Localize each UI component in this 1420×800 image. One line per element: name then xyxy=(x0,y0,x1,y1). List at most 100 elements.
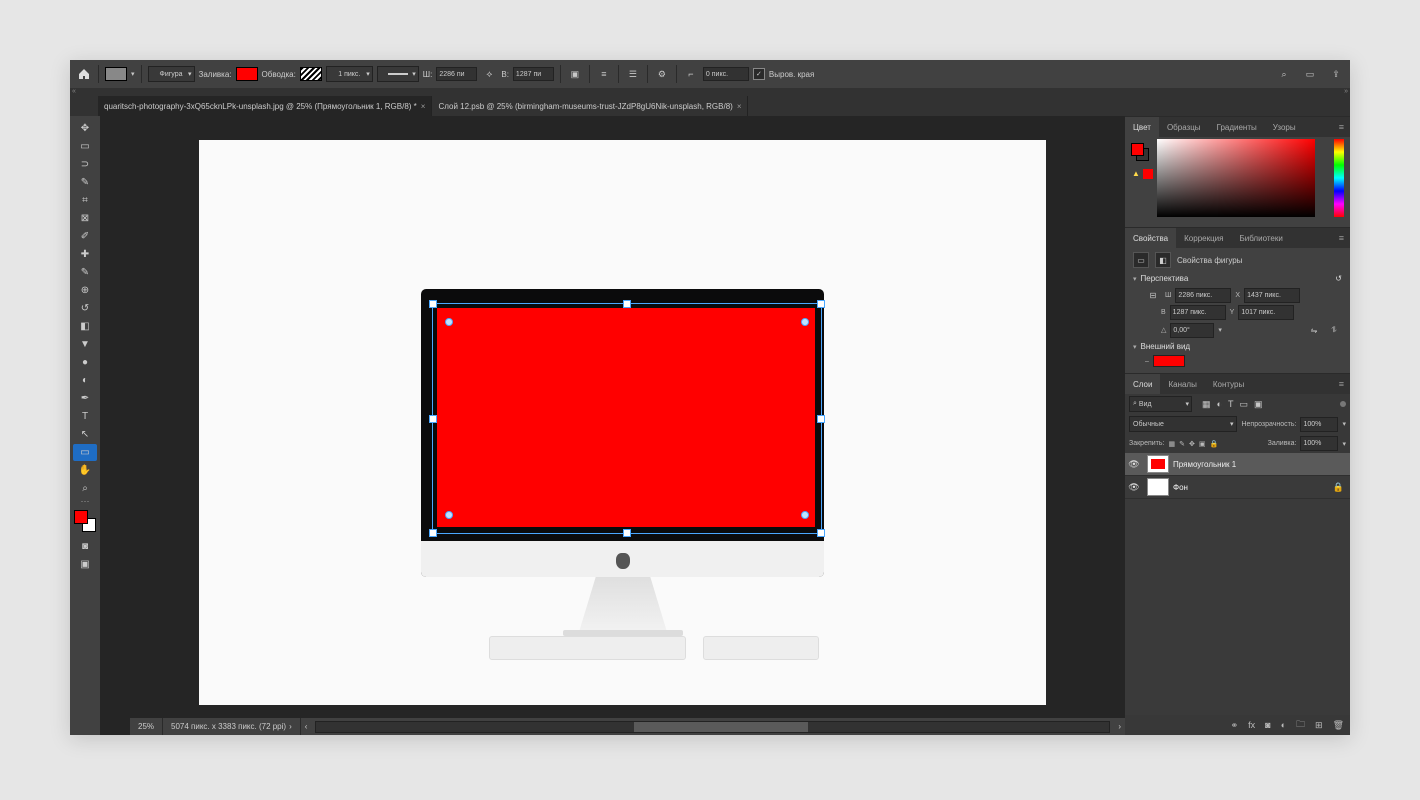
document-tab[interactable]: Слой 12.psb @ 25% (birmingham-museums-tr… xyxy=(432,96,748,116)
tab-gradients[interactable]: Градиенты xyxy=(1209,117,1265,137)
quick-mask-icon[interactable]: ◙ xyxy=(73,538,97,555)
width-input[interactable]: 2286 пикс. xyxy=(1175,288,1231,303)
gamut-warning-icon[interactable]: ▲ xyxy=(1131,169,1141,179)
healing-tool[interactable]: ✚ xyxy=(73,246,97,263)
filter-toggle[interactable] xyxy=(1340,401,1346,407)
x-input[interactable]: 1437 пикс. xyxy=(1244,288,1300,303)
tab-channels[interactable]: Каналы xyxy=(1160,374,1204,394)
opacity-input[interactable]: 100% xyxy=(1300,417,1338,432)
eyedropper-tool[interactable]: ✐ xyxy=(73,228,97,245)
tab-color[interactable]: Цвет xyxy=(1125,117,1159,137)
path-arrange-icon[interactable]: ☰ xyxy=(625,66,641,82)
zoom-tool[interactable]: ⌕ xyxy=(73,480,97,497)
blend-mode-dropdown[interactable]: Обычные xyxy=(1129,416,1237,432)
zoom-field[interactable]: 25% xyxy=(130,718,163,735)
gradient-tool[interactable]: ▼ xyxy=(73,336,97,353)
shape-rectangle[interactable] xyxy=(437,308,815,527)
shape-mode-dropdown[interactable]: Фигура xyxy=(148,66,195,82)
path-combine-icon[interactable]: ▣ xyxy=(567,66,583,82)
lock-brush-icon[interactable]: ✎ xyxy=(1179,440,1185,448)
panel-menu-icon[interactable]: ≡ xyxy=(1333,117,1350,137)
home-icon[interactable] xyxy=(76,66,92,82)
move-tool[interactable]: ✥ xyxy=(73,120,97,137)
tab-patterns[interactable]: Узоры xyxy=(1265,117,1304,137)
dodge-tool[interactable]: ◐ xyxy=(73,372,97,389)
lock-position-icon[interactable]: ✥ xyxy=(1189,440,1195,448)
flip-v-icon[interactable]: ⥮ xyxy=(1326,322,1342,338)
document-tab[interactable]: quaritsch-photography-3xQ65cknLPk-unspla… xyxy=(98,96,432,116)
angle-input[interactable]: 0,00° xyxy=(1170,323,1214,338)
brush-tool[interactable]: ✎ xyxy=(73,264,97,281)
layer-filter-kind[interactable]: Вид xyxy=(1129,396,1192,412)
adjustment-icon[interactable]: ◐ xyxy=(1281,720,1286,730)
filter-pixel-icon[interactable]: ▦ xyxy=(1202,399,1211,410)
frame-tool[interactable]: ⊠ xyxy=(73,210,97,227)
eraser-tool[interactable]: ◧ xyxy=(73,318,97,335)
lock-all-icon[interactable]: 🔒 xyxy=(1209,440,1218,448)
section-appearance[interactable]: Внешний вид xyxy=(1141,342,1191,351)
filter-smart-icon[interactable]: ▣ xyxy=(1254,399,1263,410)
layer-thumbnail[interactable] xyxy=(1147,478,1169,496)
radius-field[interactable]: 0 пикс. xyxy=(703,67,749,81)
panel-menu-icon[interactable]: ≡ xyxy=(1333,374,1350,394)
lock-artboard-icon[interactable]: ▣ xyxy=(1199,440,1206,448)
crop-tool[interactable]: ⌗ xyxy=(73,192,97,209)
blur-tool[interactable]: ● xyxy=(73,354,97,371)
scroll-right-icon[interactable]: › xyxy=(1114,722,1125,731)
height-input[interactable]: 1287 пикс. xyxy=(1170,305,1226,320)
layer-row[interactable]: 👁 Прямоугольник 1 xyxy=(1125,453,1350,476)
pen-tool[interactable]: ✒ xyxy=(73,390,97,407)
link-layers-icon[interactable]: ⚭ xyxy=(1231,720,1239,731)
history-brush-tool[interactable]: ↺ xyxy=(73,300,97,317)
tab-adjustments[interactable]: Коррекция xyxy=(1176,228,1231,248)
gear-icon[interactable]: ⚙ xyxy=(654,66,670,82)
tab-properties[interactable]: Свойства xyxy=(1125,228,1176,248)
hue-slider[interactable] xyxy=(1334,139,1344,217)
y-input[interactable]: 1017 пикс. xyxy=(1238,305,1294,320)
collapse-left-icon[interactable]: « xyxy=(72,88,76,96)
filter-shape-icon[interactable]: ▭ xyxy=(1239,399,1248,410)
layer-thumbnail[interactable] xyxy=(1147,455,1169,473)
panel-menu-icon[interactable]: ≡ xyxy=(1333,228,1350,248)
rectangle-tool[interactable]: ▭ xyxy=(73,444,97,461)
chevron-down-icon[interactable]: ▾ xyxy=(1218,326,1222,334)
color-fg-bg[interactable] xyxy=(1131,143,1149,161)
filter-type-icon[interactable]: T xyxy=(1228,399,1234,410)
link-wh-icon[interactable]: ⟡ xyxy=(481,66,497,82)
stamp-tool[interactable]: ⊕ xyxy=(73,282,97,299)
path-align-icon[interactable]: ≡ xyxy=(596,66,612,82)
group-icon[interactable]: 🗀 xyxy=(1296,717,1305,733)
gamut-color-swatch[interactable] xyxy=(1143,169,1153,179)
search-icon[interactable]: ⌕ xyxy=(1276,66,1292,82)
collapse-right-icon[interactable]: » xyxy=(1344,88,1348,96)
canvas-area[interactable]: ≣ 💬 25% 5074 пикс. x 3383 пикс. (72 ppi)… xyxy=(100,116,1125,735)
workspace-icon[interactable]: ▭ xyxy=(1302,66,1318,82)
stroke-size-dropdown[interactable]: 1 пикс. xyxy=(326,66,373,82)
mask-icon[interactable]: ◙ xyxy=(1265,720,1270,730)
color-field[interactable] xyxy=(1157,139,1315,217)
path-select-tool[interactable]: ↖ xyxy=(73,426,97,443)
tab-layers[interactable]: Слои xyxy=(1125,374,1160,394)
height-field[interactable]: 1287 пи xyxy=(513,67,554,81)
layer-row[interactable]: 👁 Фон 🔒 xyxy=(1125,476,1350,499)
close-icon[interactable]: × xyxy=(421,102,426,111)
fill-input[interactable]: 100% xyxy=(1300,436,1338,451)
lasso-tool[interactable]: ⊃ xyxy=(73,156,97,173)
filter-adjust-icon[interactable]: ◐ xyxy=(1217,399,1222,410)
close-icon[interactable]: × xyxy=(737,102,742,111)
new-layer-icon[interactable]: ⊞ xyxy=(1315,720,1323,731)
layer-name[interactable]: Прямоугольник 1 xyxy=(1173,460,1236,469)
width-field[interactable]: 2286 пи xyxy=(436,67,477,81)
fx-icon[interactable]: fx xyxy=(1248,720,1255,730)
horizontal-scrollbar[interactable] xyxy=(315,721,1110,733)
tab-paths[interactable]: Контуры xyxy=(1205,374,1252,394)
scroll-left-icon[interactable]: ‹ xyxy=(301,722,312,731)
align-edges-checkbox[interactable]: ✓ xyxy=(753,68,765,80)
edit-toolbar-icon[interactable]: ⋯ xyxy=(73,498,97,504)
stroke-swatch[interactable] xyxy=(300,67,322,81)
document-canvas[interactable] xyxy=(199,140,1046,705)
marquee-tool[interactable]: ▭ xyxy=(73,138,97,155)
fill-swatch[interactable] xyxy=(236,67,258,81)
screen-mode-icon[interactable]: ▣ xyxy=(73,556,97,573)
share-icon[interactable]: ⇪ xyxy=(1328,66,1344,82)
